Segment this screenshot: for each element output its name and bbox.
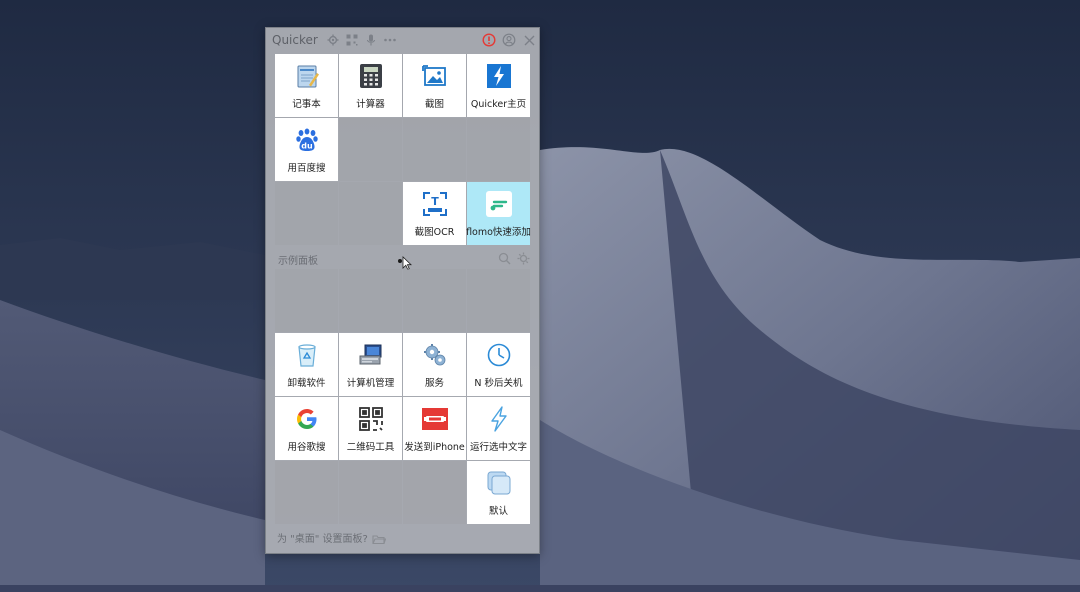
empty-slot[interactable] [403,269,466,332]
action-calculator[interactable]: 计算器 [339,54,402,117]
send-to-iphone-icon [421,406,448,432]
alert-icon[interactable] [482,33,496,47]
action-shutdown-timer[interactable]: N 秒后关机 [467,333,530,396]
ocr-icon: T [422,191,448,217]
notepad-icon [294,63,320,89]
flomo-icon [485,191,512,217]
user-icon[interactable] [502,33,516,47]
quicker-panel: Quicker 记事本 计算器 截图 Quicker主页 du 用百度搜 T 截… [265,27,540,554]
empty-slot[interactable] [403,461,466,524]
default-panel-icon [486,470,512,496]
empty-slot[interactable] [275,269,338,332]
empty-slot[interactable] [339,182,402,245]
screenshot-icon [421,63,448,89]
folder-open-icon[interactable] [372,530,387,549]
app-title: Quicker [272,33,318,47]
action-qrcode-tool[interactable]: 二维码工具 [339,397,402,460]
qrcode-icon [358,406,384,432]
action-run-selected-text[interactable]: 运行选中文字 [467,397,530,460]
action-label: 用百度搜 [287,163,326,174]
action-computer-management[interactable]: 计算机管理 [339,333,402,396]
action-label: 记事本 [292,99,321,110]
clock-icon [486,342,512,368]
action-screenshot-ocr[interactable]: T 截图OCR [403,182,466,245]
quicker-home-icon [486,63,512,89]
action-label: 运行选中文字 [469,442,527,453]
action-label: N 秒后关机 [474,378,523,389]
empty-slot[interactable] [339,461,402,524]
footer-text: 为 "桌面" 设置面板? [277,534,368,545]
svg-text:du: du [301,142,313,151]
search-icon[interactable] [498,250,511,269]
action-label: 计算机管理 [346,378,395,389]
mic-icon[interactable] [364,33,378,47]
action-label: Quicker主页 [470,99,527,110]
computer-management-icon [358,342,384,368]
action-default-panel[interactable]: 默认 [467,461,530,524]
empty-slot[interactable] [403,118,466,181]
action-label: 截图OCR [414,227,455,238]
baidu-icon: du [294,127,320,153]
action-label: 卸载软件 [287,378,326,389]
action-label: 用谷歌搜 [287,442,326,453]
action-send-to-iphone[interactable]: 发送到iPhone [403,397,466,460]
action-baidu-search[interactable]: du 用百度搜 [275,118,338,181]
services-gear-icon [422,342,448,368]
panel-settings-icon[interactable] [517,250,530,269]
qr-icon[interactable] [345,33,359,47]
action-label: flomo快速添加 [466,227,531,238]
action-label: 二维码工具 [346,442,395,453]
empty-slot[interactable] [275,182,338,245]
action-google-search[interactable]: 用谷歌搜 [275,397,338,460]
more-icon[interactable] [383,33,397,47]
action-quicker-home[interactable]: Quicker主页 [467,54,530,117]
desktop-wallpaper [0,0,1080,592]
svg-text:T: T [431,195,439,208]
action-label: 计算器 [356,99,385,110]
action-notepad[interactable]: 记事本 [275,54,338,117]
gear-icon[interactable] [326,33,340,47]
action-screenshot[interactable]: 截图 [403,54,466,117]
close-icon[interactable] [522,33,536,47]
section-title: 示例面板 [278,256,318,267]
action-services[interactable]: 服务 [403,333,466,396]
empty-slot[interactable] [467,269,530,332]
recycle-bin-icon [294,342,320,368]
action-flomo-add[interactable]: flomo快速添加 [466,182,531,245]
title-bar[interactable]: Quicker [266,28,539,52]
action-label: 发送到iPhone [404,442,465,453]
empty-slot[interactable] [275,461,338,524]
action-label: 默认 [488,506,508,517]
lightning-icon [486,406,512,432]
calculator-icon [358,63,384,89]
action-uninstall-software[interactable]: 卸载软件 [275,333,338,396]
footer-hint[interactable]: 为 "桌面" 设置面板? [277,530,368,545]
google-icon [294,406,320,432]
action-label: 截图 [424,99,444,110]
empty-slot[interactable] [467,118,530,181]
action-label: 服务 [424,378,444,389]
empty-slot[interactable] [339,118,402,181]
empty-slot[interactable] [339,269,402,332]
